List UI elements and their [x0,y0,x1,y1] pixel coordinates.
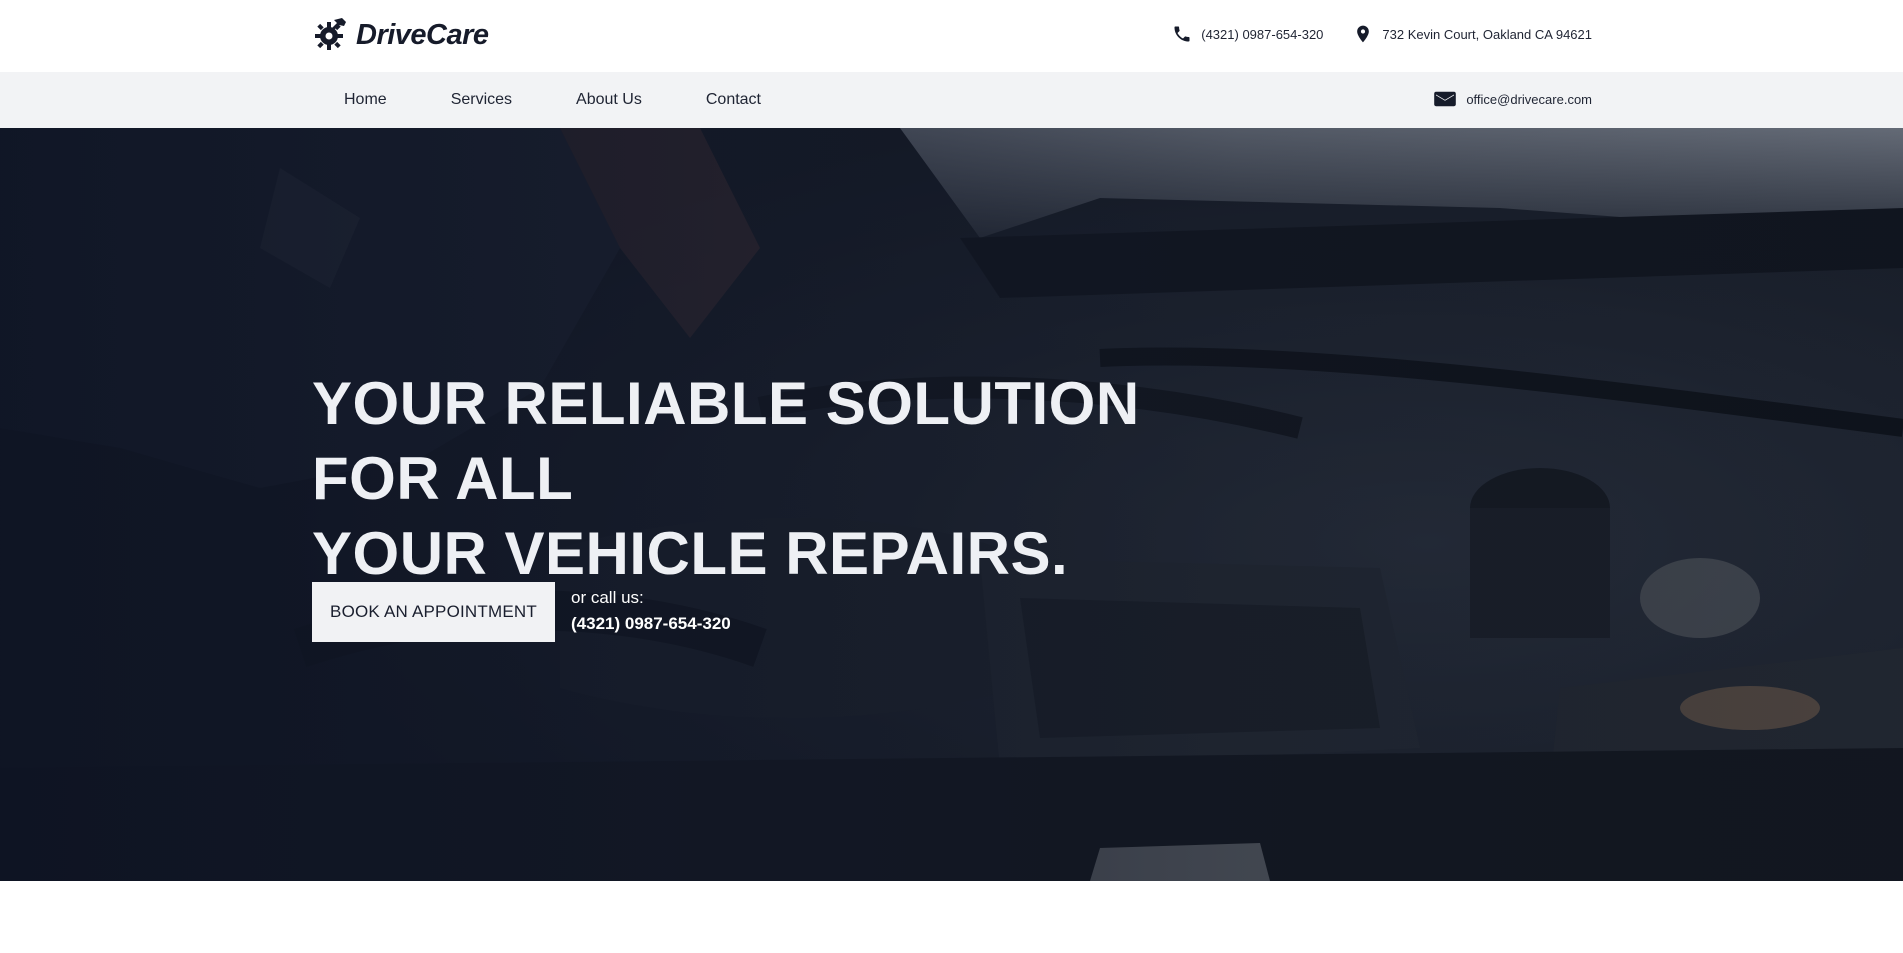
hero-title-line-1: YOUR RELIABLE SOLUTION FOR ALL [312,370,1140,512]
hero-title: YOUR RELIABLE SOLUTION FOR ALL YOUR VEHI… [312,366,1212,591]
brand-name: DriveCare [356,18,489,51]
hero-section: YOUR RELIABLE SOLUTION FOR ALL YOUR VEHI… [0,128,1903,881]
nav-email-text: office@drivecare.com [1466,91,1592,107]
phone-icon [1174,26,1190,42]
header-contacts: (4321) 0987-654-320 732 Kevin Court, Oak… [1172,24,1592,44]
location-pin-icon [1357,25,1370,43]
nav-item-contact[interactable]: Contact [674,72,793,128]
hero-call: or call us: (4321) 0987-654-320 [571,586,731,638]
call-phone-link[interactable]: (4321) 0987-654-320 [571,610,731,638]
top-header: DriveCare (4321) 0987-654-320 732 Kevin … [0,0,1903,72]
call-label: or call us: [571,588,644,607]
main-navbar: Home Services About Us Contact office@dr… [0,72,1903,128]
header-phone[interactable]: (4321) 0987-654-320 [1172,24,1323,44]
nav-item-about-us[interactable]: About Us [544,72,674,128]
header-address[interactable]: 732 Kevin Court, Oakland CA 94621 [1353,24,1592,44]
hero-title-line-2: YOUR VEHICLE REPAIRS. [312,520,1069,587]
nav-menu: Home Services About Us Contact [312,72,793,128]
nav-email[interactable]: office@drivecare.com [1434,90,1592,108]
nav-item-services[interactable]: Services [419,72,544,128]
nav-item-home[interactable]: Home [312,72,419,128]
book-appointment-button[interactable]: BOOK AN APPOINTMENT [312,582,555,642]
gear-wrench-icon [315,18,346,50]
header-address-text: 732 Kevin Court, Oakland CA 94621 [1382,26,1592,42]
envelope-icon [1434,91,1457,107]
header-phone-text: (4321) 0987-654-320 [1201,26,1324,42]
brand-logo[interactable]: DriveCare [312,16,489,54]
